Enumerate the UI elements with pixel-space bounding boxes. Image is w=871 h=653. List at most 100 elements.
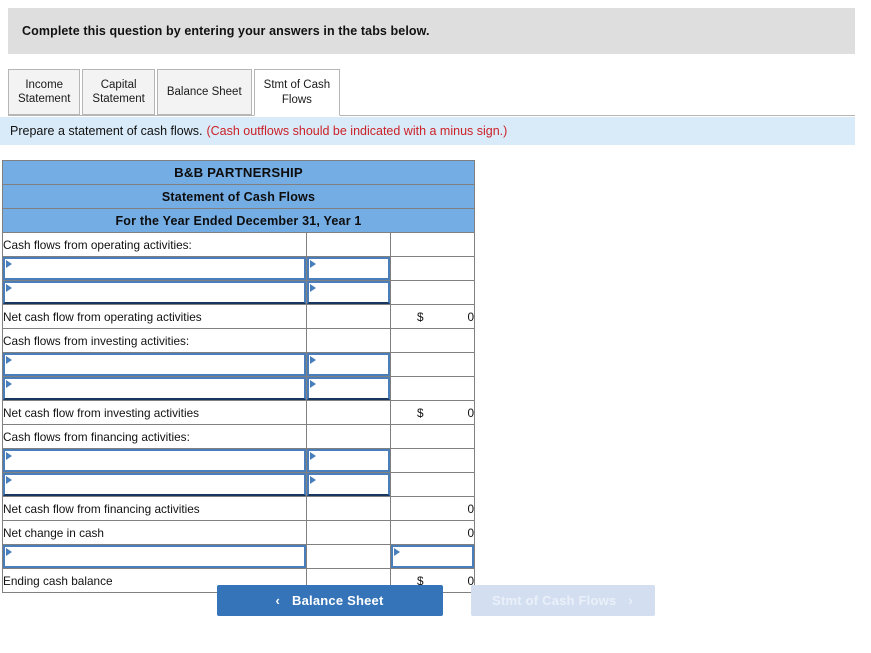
table-row	[2, 472, 476, 497]
table-row: Cash flows from financing activities:	[2, 424, 476, 449]
amount: 0	[467, 525, 475, 540]
prev-button-label: Balance Sheet	[292, 593, 384, 608]
financing-entry-1-label-cell	[2, 448, 307, 473]
section-label-investing: Cash flows from investing activities:	[2, 328, 307, 353]
dropdown-arrow-icon	[6, 476, 12, 484]
instruction-text: Prepare a statement of cash flows.	[10, 124, 203, 138]
financing-entry-1-label-input[interactable]	[3, 449, 306, 472]
operating-entry-1-amount-cell	[306, 256, 391, 281]
blank-cell	[306, 520, 391, 545]
question-banner: Complete this question by entering your …	[8, 8, 855, 54]
navigation-bar: ‹ Balance Sheet Stmt of Cash Flows ›	[0, 585, 871, 616]
operating-entry-2-amount-input[interactable]	[307, 281, 390, 304]
value-net-operating: $0	[389, 304, 476, 329]
financing-entry-1-amount-cell	[306, 448, 391, 473]
operating-entry-2-label-input[interactable]	[3, 281, 306, 304]
label-net-change-in-cash: Net change in cash	[2, 520, 307, 545]
beginning-cash-label-cell	[2, 544, 307, 569]
blank-cell	[306, 304, 391, 329]
blank-cell	[389, 232, 476, 257]
dropdown-arrow-icon	[6, 260, 12, 268]
investing-entry-1-label-input[interactable]	[3, 353, 306, 376]
blank-cell	[389, 448, 476, 473]
investing-entry-1-amount-input[interactable]	[307, 353, 390, 376]
table-row	[2, 256, 476, 281]
dropdown-arrow-icon	[310, 476, 316, 484]
amount: 0	[467, 405, 475, 420]
table-row	[2, 544, 476, 569]
blank-cell	[389, 472, 476, 497]
section-label-financing: Cash flows from financing activities:	[2, 424, 307, 449]
prev-balance-sheet-button[interactable]: ‹ Balance Sheet	[216, 585, 443, 616]
investing-entry-2-amount-cell	[306, 376, 391, 401]
operating-entry-2-amount-cell	[306, 280, 391, 305]
dropdown-arrow-icon	[394, 548, 400, 556]
cash-flow-statement-table: B&B PARTNERSHIP Statement of Cash Flows …	[1, 160, 476, 593]
statement-period: For the Year Ended December 31, Year 1	[1, 208, 476, 233]
next-stmt-of-cash-flows-button[interactable]: Stmt of Cash Flows ›	[470, 585, 655, 616]
operating-entry-2-label-cell	[2, 280, 307, 305]
currency-symbol: $	[417, 309, 424, 324]
blank-cell	[306, 328, 391, 353]
blank-cell	[306, 424, 391, 449]
investing-entry-2-amount-input[interactable]	[307, 377, 390, 400]
blank-cell	[306, 544, 391, 569]
table-row: Net cash flow from investing activities …	[2, 400, 476, 425]
table-header-row: For the Year Ended December 31, Year 1	[1, 208, 476, 233]
value-net-financing: 0	[389, 496, 476, 521]
financing-entry-1-amount-input[interactable]	[307, 449, 390, 472]
blank-cell	[389, 424, 476, 449]
tab-stmt-of-cash-flows[interactable]: Stmt of Cash Flows	[253, 69, 341, 116]
blank-cell	[306, 400, 391, 425]
dropdown-arrow-icon	[6, 548, 12, 556]
amount: 0	[467, 501, 475, 516]
operating-entry-1-label-cell	[2, 256, 307, 281]
amount: 0	[467, 309, 475, 324]
dropdown-arrow-icon	[310, 356, 316, 364]
beginning-cash-amount-cell	[389, 544, 476, 569]
blank-cell	[306, 232, 391, 257]
next-button-label: Stmt of Cash Flows	[492, 593, 617, 608]
dropdown-arrow-icon	[310, 260, 316, 268]
tab-capital-statement[interactable]: Capital Statement	[82, 69, 155, 115]
beginning-cash-amount-input[interactable]	[391, 545, 474, 568]
table-row: Net cash flow from financing activities …	[2, 496, 476, 521]
tab-balance-sheet[interactable]: Balance Sheet	[156, 69, 252, 115]
financing-entry-2-label-input[interactable]	[3, 473, 306, 496]
investing-entry-1-label-cell	[2, 352, 307, 377]
chevron-right-icon: ›	[628, 593, 633, 608]
financing-entry-2-amount-input[interactable]	[307, 473, 390, 496]
blank-cell	[389, 328, 476, 353]
table-row	[2, 448, 476, 473]
label-net-financing: Net cash flow from financing activities	[2, 496, 307, 521]
table-row	[2, 352, 476, 377]
blank-cell	[389, 376, 476, 401]
dropdown-arrow-icon	[6, 356, 12, 364]
table-row	[2, 376, 476, 401]
currency-symbol: $	[417, 405, 424, 420]
table-header-row: B&B PARTNERSHIP	[1, 160, 476, 185]
statement-title: Statement of Cash Flows	[1, 184, 476, 209]
blank-cell	[389, 280, 476, 305]
label-net-investing: Net cash flow from investing activities	[2, 400, 307, 425]
dropdown-arrow-icon	[6, 380, 12, 388]
operating-entry-1-amount-input[interactable]	[307, 257, 390, 280]
beginning-cash-label-input[interactable]	[3, 545, 306, 568]
value-net-change-in-cash: 0	[389, 520, 476, 545]
instruction-note: (Cash outflows should be indicated with …	[206, 124, 508, 138]
dropdown-arrow-icon	[310, 284, 316, 292]
financing-entry-2-label-cell	[2, 472, 307, 497]
financing-entry-2-amount-cell	[306, 472, 391, 497]
chevron-left-icon: ‹	[275, 593, 281, 608]
operating-entry-1-label-input[interactable]	[3, 257, 306, 280]
section-label-operating: Cash flows from operating activities:	[2, 232, 307, 257]
label-net-operating: Net cash flow from operating activities	[2, 304, 307, 329]
dropdown-arrow-icon	[6, 284, 12, 292]
tab-income-statement[interactable]: Income Statement	[8, 69, 81, 115]
tab-strip: Income Statement Capital Statement Balan…	[8, 69, 855, 116]
dropdown-arrow-icon	[310, 380, 316, 388]
dropdown-arrow-icon	[6, 452, 12, 460]
investing-entry-2-label-input[interactable]	[3, 377, 306, 400]
table-row: Net change in cash 0	[2, 520, 476, 545]
instruction-bar: Prepare a statement of cash flows. (Cash…	[0, 117, 855, 145]
